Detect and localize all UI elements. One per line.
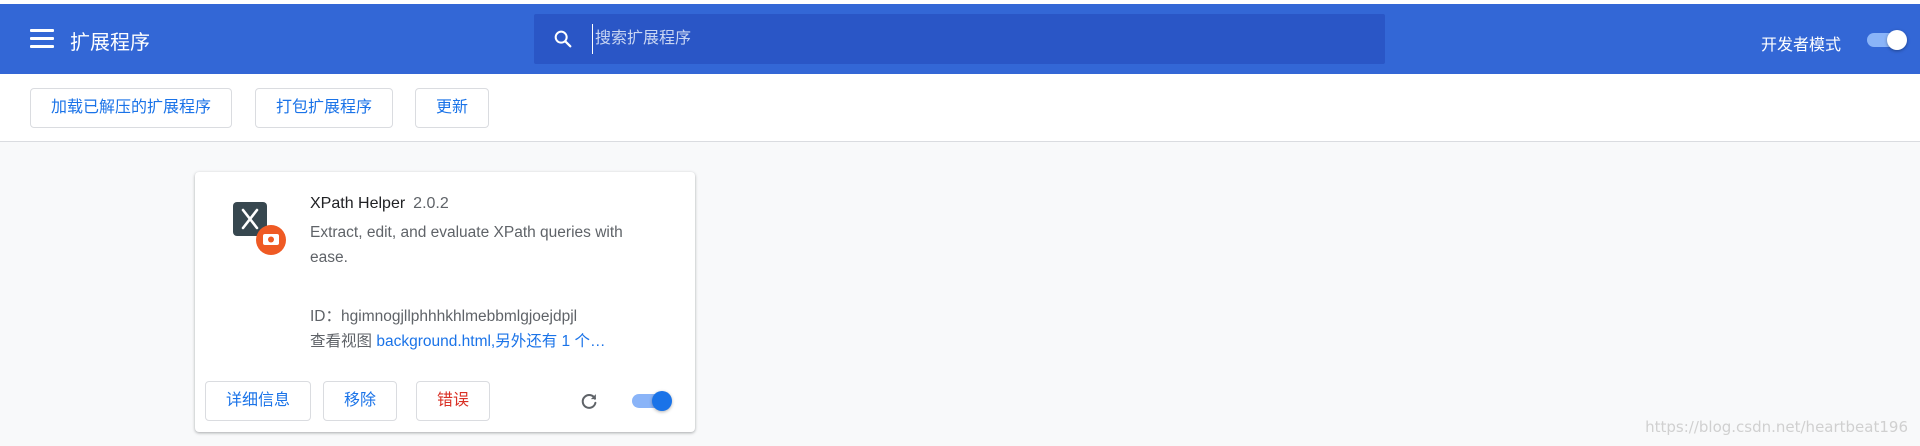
extension-card: XPath Helper 2.0.2 Extract, edit, and eva…	[195, 172, 695, 432]
developer-toolbar: 加载已解压的扩展程序 打包扩展程序 更新	[0, 74, 1920, 142]
extension-id: hgimnogjllphhhkhlmebbmlgjoejdpjl	[341, 308, 578, 325]
pack-extension-button[interactable]: 打包扩展程序	[255, 88, 394, 128]
toggle-knob	[652, 391, 672, 411]
menu-icon[interactable]	[30, 29, 54, 49]
extension-icon	[233, 202, 286, 255]
remove-button[interactable]: 移除	[323, 381, 398, 421]
reload-icon[interactable]	[578, 390, 600, 412]
details-button[interactable]: 详细信息	[205, 381, 312, 421]
app-header: 扩展程序 开发者模式	[0, 4, 1920, 74]
extension-id-label: ID：	[310, 308, 342, 325]
load-unpacked-button[interactable]: 加载已解压的扩展程序	[30, 88, 233, 128]
developer-mode-toggle[interactable]	[1865, 30, 1907, 50]
update-button[interactable]: 更新	[415, 88, 490, 128]
extension-id-row: ID：hgimnogjllphhhkhlmebbmlgjoejdpjl	[310, 304, 577, 326]
toggle-knob	[1887, 30, 1907, 50]
search-icon[interactable]	[552, 28, 574, 50]
extension-version: 2.0.2	[413, 195, 449, 212]
developer-mode-label: 开发者模式	[1761, 37, 1842, 54]
page-title: 扩展程序	[70, 32, 150, 54]
inspect-views-row: 查看视图 background.html,另外还有 1 个…	[310, 329, 605, 351]
extension-description: Extract, edit, and evaluate XPath querie…	[310, 224, 623, 266]
extension-name-row: XPath Helper 2.0.2	[310, 195, 449, 213]
search-input[interactable]	[592, 24, 1362, 54]
extension-enable-toggle[interactable]	[630, 391, 672, 411]
search-bar	[534, 14, 1385, 64]
inspect-views-label: 查看视图	[310, 333, 373, 350]
inspect-views-link[interactable]: background.html,另外还有 1 个…	[376, 333, 605, 350]
errors-button[interactable]: 错误	[416, 381, 491, 421]
watermark-text: https://blog.csdn.net/heartbeat196	[1645, 418, 1908, 436]
extension-name: XPath Helper	[310, 195, 406, 212]
